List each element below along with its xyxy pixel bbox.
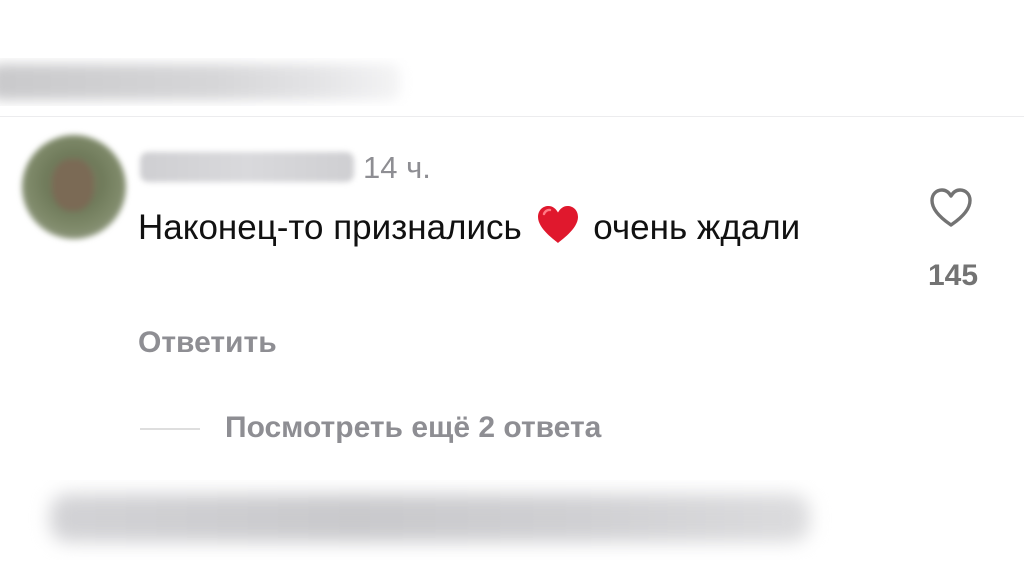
heart-outline-icon[interactable] — [928, 186, 974, 230]
avatar[interactable] — [22, 135, 126, 239]
redacted-next-content — [20, 480, 840, 560]
blurred-text — [50, 494, 810, 542]
reply-button[interactable]: Ответить — [138, 325, 277, 361]
divider — [0, 116, 1024, 117]
avatar-face — [52, 159, 94, 211]
red-heart-icon — [537, 206, 578, 243]
comment-text-part1: Наконец-то признались — [138, 208, 522, 247]
comment-text-part2: очень ждали — [593, 208, 801, 247]
redacted-previous-content — [0, 58, 420, 106]
comment-text: Наконец-то признались очень ждали — [138, 205, 838, 250]
like-count: 145 — [927, 259, 979, 292]
view-replies-button[interactable]: Посмотреть ещё 2 ответа — [225, 410, 601, 446]
comment-screen: 14 ч. Наконец-то признались очень ждали … — [0, 0, 1024, 576]
replies-divider-line — [140, 428, 200, 430]
username-redacted[interactable] — [140, 152, 354, 182]
blurred-text — [0, 64, 400, 100]
comment-timestamp: 14 ч. — [363, 150, 431, 185]
